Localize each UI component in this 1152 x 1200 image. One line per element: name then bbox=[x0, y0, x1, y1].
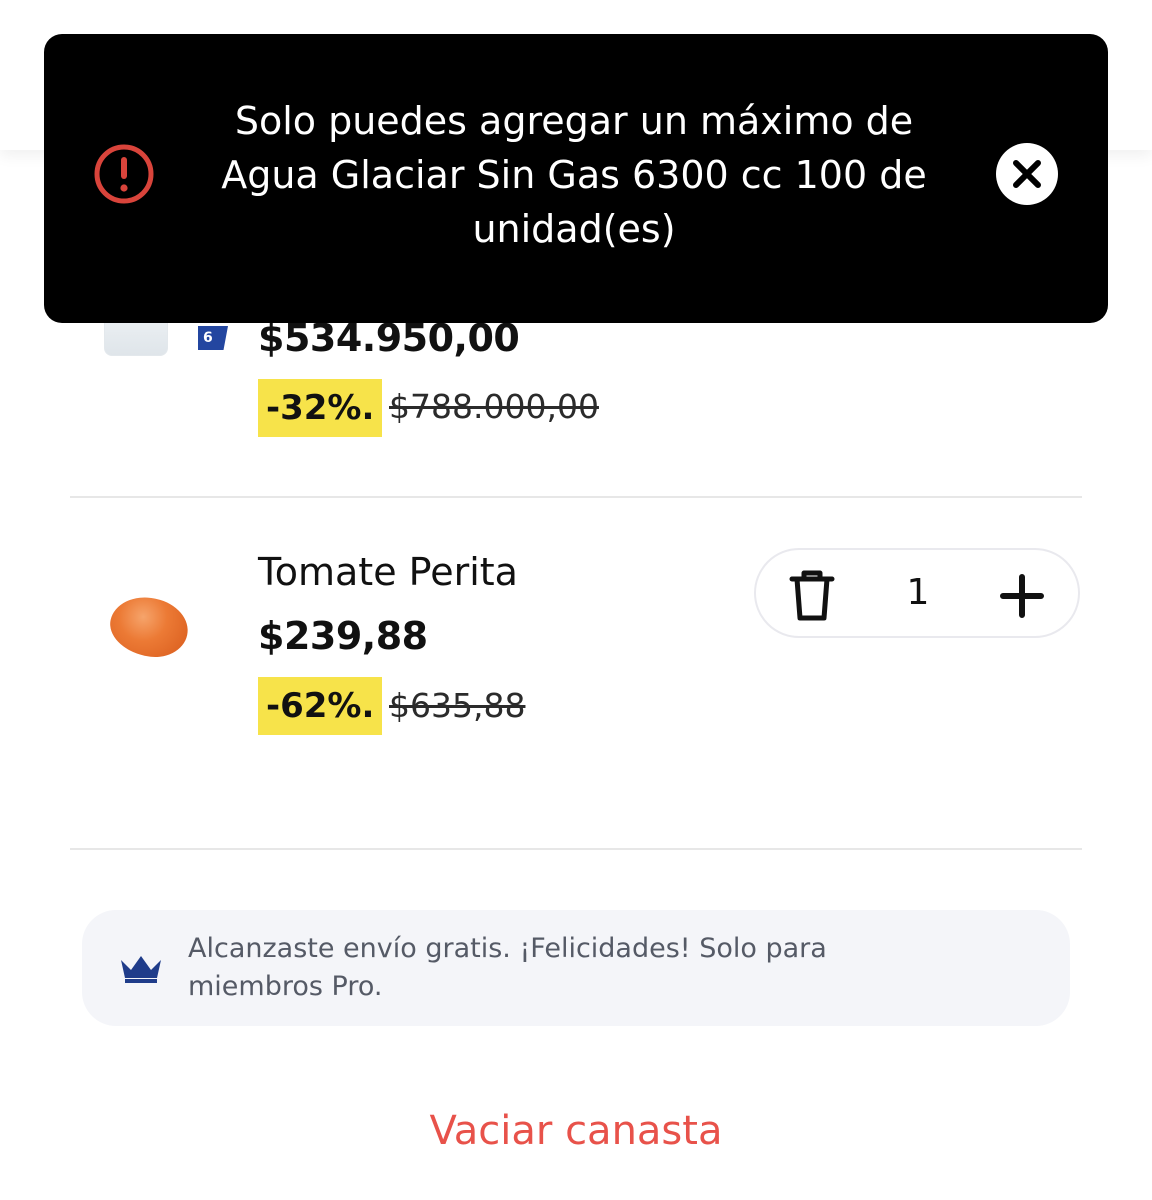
item-divider bbox=[70, 848, 1082, 850]
item-name[interactable]: Tomate Perita bbox=[258, 550, 518, 594]
close-icon[interactable] bbox=[1010, 157, 1044, 191]
discount-badge: -62%. bbox=[258, 677, 383, 735]
original-price: $635,88 bbox=[389, 686, 526, 725]
max-quantity-toast: Solo puedes agregar un máximo de Agua Gl… bbox=[44, 34, 1108, 323]
item-price: $239,88 bbox=[258, 614, 428, 658]
discount-badge: -32%. bbox=[258, 379, 383, 437]
clear-basket-button[interactable]: Vaciar canasta bbox=[0, 1108, 1152, 1154]
free-shipping-banner: Alcanzaste envío gratis. ¡Felicidades! S… bbox=[82, 910, 1070, 1026]
crown-icon bbox=[121, 956, 161, 983]
close-toast-button[interactable] bbox=[996, 143, 1058, 205]
trash-icon[interactable] bbox=[782, 564, 842, 624]
original-price: $788.000,00 bbox=[389, 387, 599, 426]
plus-icon[interactable] bbox=[1000, 574, 1044, 618]
quantity-stepper: 1 bbox=[754, 548, 1080, 638]
alert-circle-icon bbox=[94, 144, 154, 204]
product-image-tomato[interactable] bbox=[104, 590, 194, 664]
product-tag: 6 bbox=[198, 326, 228, 350]
free-shipping-message: Alcanzaste envío gratis. ¡Felicidades! S… bbox=[188, 933, 827, 1002]
toast-message: Solo puedes agregar un máximo de Agua Gl… bbox=[221, 99, 927, 251]
item-divider bbox=[70, 496, 1082, 498]
quantity-value: 1 bbox=[906, 572, 930, 613]
